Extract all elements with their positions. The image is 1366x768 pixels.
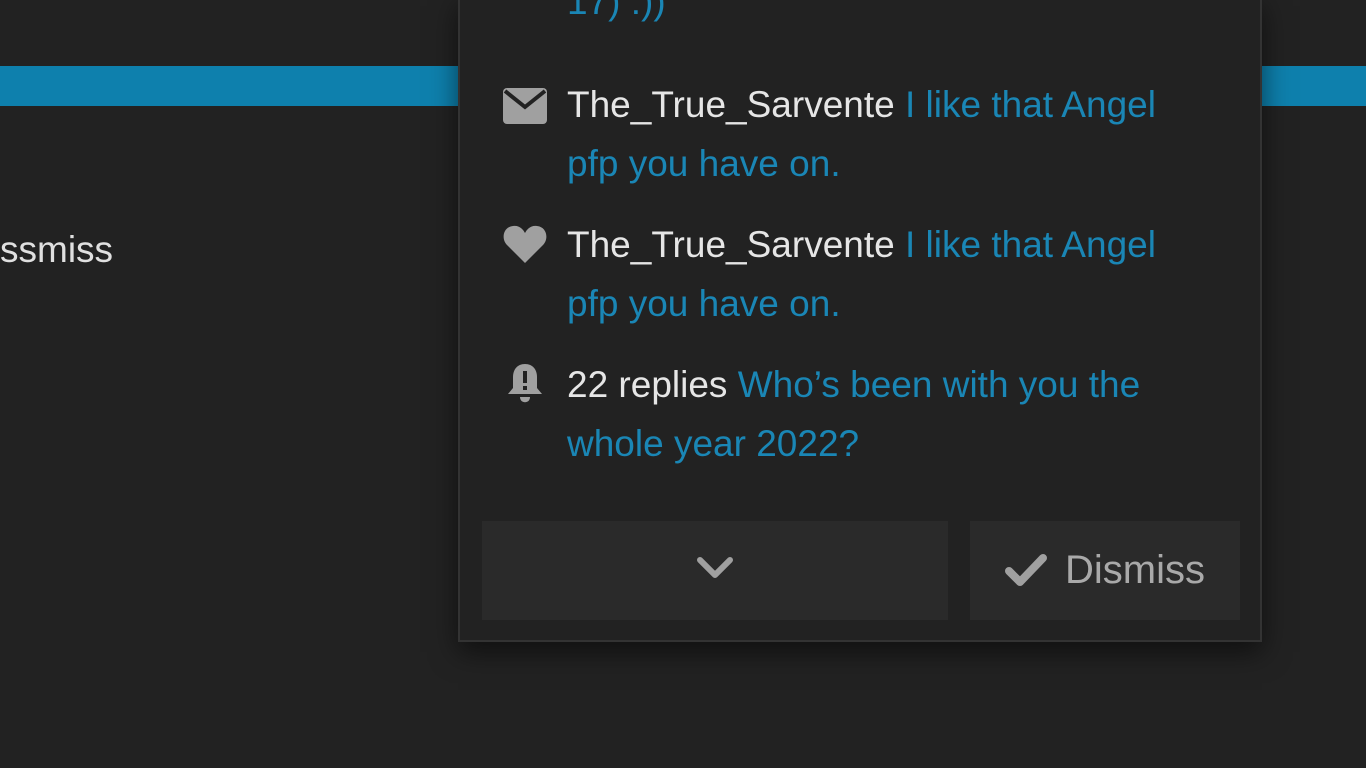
expand-button[interactable]: [482, 521, 948, 620]
app-stage: Dissmiss 17) :)) The_True_S: [0, 0, 1366, 768]
notification-text: 17) :)): [567, 0, 1197, 31]
heart-icon: [500, 219, 550, 269]
check-icon: [1005, 553, 1047, 588]
notifications-popup: 17) :)) The_True_Sarvente I like that An…: [458, 0, 1262, 642]
dismiss-button[interactable]: Dismiss: [970, 521, 1240, 620]
background-dismiss-button[interactable]: Dissmiss: [0, 228, 113, 272]
notification-subject-link[interactable]: 17) :)): [567, 0, 666, 22]
notification-actor: The_True_Sarvente: [567, 224, 895, 265]
notification-text: The_True_Sarvente I like that Angel pfp …: [567, 75, 1197, 193]
notification-actor: 22 replies: [567, 364, 728, 405]
notification-text: 22 replies Who’s been with you the whole…: [567, 355, 1197, 473]
notification-text: The_True_Sarvente I like that Angel pfp …: [567, 215, 1197, 333]
bell-icon: [500, 359, 550, 409]
dismiss-label: Dismiss: [1065, 548, 1205, 592]
envelope-icon: [500, 81, 550, 131]
notification-actor: The_True_Sarvente: [567, 84, 895, 125]
chevron-down-icon: [697, 557, 733, 584]
notifications-footer: Dismiss: [482, 521, 1240, 620]
background-dismiss-label: ssmiss: [0, 229, 114, 270]
